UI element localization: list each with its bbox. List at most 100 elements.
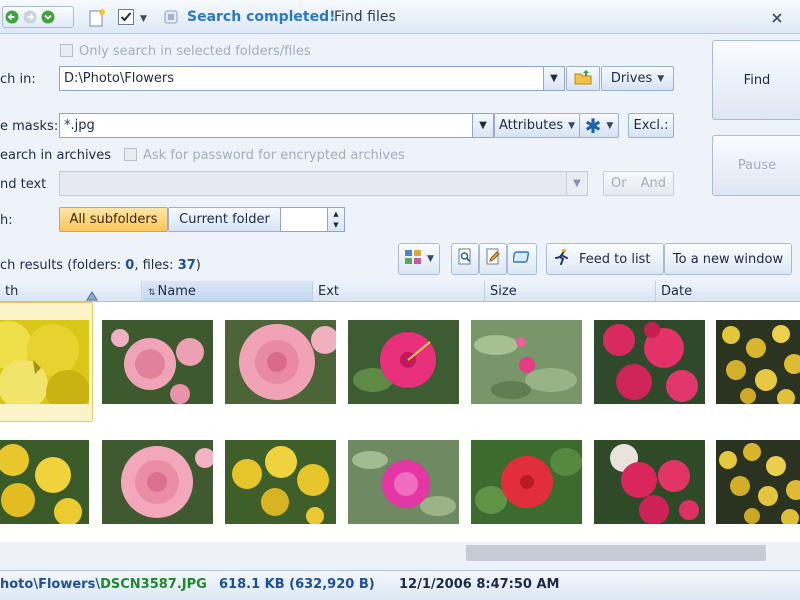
depth-spinner[interactable]: ▲ ▼ — [327, 207, 345, 232]
close-icon[interactable] — [770, 12, 784, 23]
search-in-dropdown[interactable]: ▼ — [543, 66, 565, 91]
column-name-label: Name — [157, 284, 196, 299]
find-button[interactable]: Find — [712, 40, 800, 120]
pause-button[interactable]: Pause — [712, 135, 800, 196]
thumbnail-image[interactable] — [471, 320, 582, 404]
title-bar: ▼ Search completed! Find files — [0, 0, 800, 34]
results-prefix: ch results (folders: — [0, 258, 126, 273]
spin-up-icon[interactable]: ▲ — [333, 210, 338, 218]
view-file-button[interactable] — [451, 243, 479, 275]
status-bar: hoto\Flowers\DSCN3587.JPG 618.1 KB (632,… — [0, 570, 800, 600]
thumbnails-view-icon — [404, 249, 422, 269]
all-subfolders-label: All subfolders — [69, 212, 158, 227]
chevron-down-icon: ▼ — [657, 73, 665, 84]
new-search-icon[interactable] — [88, 8, 106, 32]
results-files: 37 — [177, 258, 196, 273]
checkbox-box[interactable] — [124, 148, 137, 161]
window-subtitle: Find files — [334, 9, 396, 25]
search-in-label: ch in: — [0, 72, 36, 87]
masks-dropdown[interactable]: ▼ — [472, 113, 494, 138]
wildcard-button[interactable]: ✱ ▼ — [579, 113, 619, 138]
checklist-icon[interactable] — [117, 8, 135, 30]
all-subfolders-button[interactable]: All subfolders — [59, 207, 168, 232]
column-path[interactable]: th — [0, 281, 142, 301]
masks-field[interactable]: *.jpg — [59, 113, 473, 138]
go-to-file-button[interactable] — [507, 243, 537, 275]
thumbnail-image[interactable] — [471, 440, 582, 524]
thumbnail-image[interactable] — [594, 440, 705, 524]
feed-to-list-label: Feed to list — [579, 251, 651, 267]
exclude-button[interactable]: Excl.: — [628, 113, 674, 138]
thumbnail-image[interactable] — [0, 320, 89, 404]
thumbnail-image[interactable] — [716, 320, 800, 404]
attributes-button[interactable]: Attributes ▼ — [494, 113, 580, 138]
ask-password-label: Ask for password for encrypted archives — [143, 148, 405, 163]
find-text-label: nd text — [0, 177, 47, 192]
thumbnail-image[interactable] — [0, 440, 89, 524]
edit-file-button[interactable] — [479, 243, 507, 275]
find-text-field[interactable] — [59, 171, 567, 196]
to-new-window-button[interactable]: To a new window — [664, 243, 792, 275]
back-arrow-icon[interactable] — [3, 8, 21, 26]
window-icon — [512, 250, 531, 268]
find-text-dropdown[interactable]: ▼ — [566, 171, 588, 196]
column-date[interactable]: Date — [656, 281, 800, 301]
or-and-toggle[interactable]: Or And — [603, 171, 674, 196]
forward-arrow-icon[interactable] — [21, 8, 39, 26]
archives-label: earch in archives — [0, 148, 112, 163]
status-datetime: 12/1/2006 8:47:50 AM — [399, 577, 560, 592]
status-folder: hoto\Flowers\ — [0, 577, 101, 592]
edit-file-icon — [485, 248, 501, 270]
browse-folder-button[interactable] — [566, 66, 600, 91]
masks-label: e masks: — [0, 119, 59, 134]
thumbnail-image[interactable] — [102, 320, 213, 404]
view-file-icon — [457, 248, 473, 270]
spin-down-icon[interactable]: ▼ — [333, 221, 338, 229]
pause-label: Pause — [737, 158, 777, 173]
depth-label: h: — [0, 213, 13, 228]
thumbnail-image[interactable] — [348, 440, 459, 524]
drives-button[interactable]: Drives ▼ — [601, 66, 674, 91]
chevron-down-icon: ▼ — [479, 120, 487, 131]
thumbnail-image[interactable] — [225, 440, 336, 524]
column-size[interactable]: Size — [485, 281, 656, 301]
view-mode-button[interactable]: ▼ — [398, 243, 440, 275]
chevron-down-icon: ▼ — [573, 178, 581, 189]
history-dropdown-icon[interactable] — [39, 8, 57, 26]
thumbnail-image[interactable] — [348, 320, 459, 404]
results-files-sep: , files: — [134, 258, 178, 273]
column-ext[interactable]: Ext — [313, 281, 485, 301]
only-selected-checkbox[interactable]: Only search in selected folders/files — [60, 44, 311, 59]
ask-password-checkbox[interactable]: Ask for password for encrypted archives — [124, 148, 405, 163]
depth-input[interactable] — [280, 207, 328, 232]
horizontal-scrollbar[interactable] — [0, 542, 800, 562]
thumbnail-image[interactable] — [102, 440, 213, 524]
thumbnail-image[interactable] — [225, 320, 336, 404]
attributes-label: Attributes — [498, 118, 564, 133]
chevron-down-icon: ▼ — [568, 120, 576, 131]
find-label: Find — [743, 72, 771, 88]
navigation-toolbar — [2, 6, 74, 28]
results-summary: ch results (folders: 0, files: 37) — [0, 258, 201, 273]
and-label: And — [640, 176, 666, 191]
thumbnail-image[interactable] — [594, 320, 705, 404]
folder-up-icon — [574, 69, 592, 89]
chevron-down-icon: ▼ — [550, 73, 558, 84]
search-in-field[interactable]: D:\Photo\Flowers — [59, 66, 544, 91]
thumbnail-grid — [0, 302, 800, 542]
checkbox-box[interactable] — [60, 44, 73, 57]
column-name[interactable]: ⇅ Name — [143, 281, 313, 301]
sort-icon: ⇅ — [148, 288, 156, 298]
chevron-down-icon[interactable]: ▼ — [140, 14, 147, 24]
to-new-window-label: To a new window — [672, 251, 784, 267]
only-selected-label: Only search in selected folders/files — [79, 44, 311, 59]
status-path: hoto\Flowers\DSCN3587.JPG — [0, 577, 207, 592]
feed-to-list-button[interactable]: Feed to list — [546, 243, 664, 275]
thumbnail-image[interactable] — [716, 440, 800, 524]
chevron-down-icon: ▼ — [606, 120, 614, 131]
options-icon[interactable] — [164, 10, 178, 28]
scrollbar-thumb[interactable] — [466, 545, 766, 561]
current-folder-label: Current folder — [179, 212, 270, 227]
excl-label: Excl.: — [633, 118, 669, 133]
current-folder-button[interactable]: Current folder — [168, 207, 281, 232]
